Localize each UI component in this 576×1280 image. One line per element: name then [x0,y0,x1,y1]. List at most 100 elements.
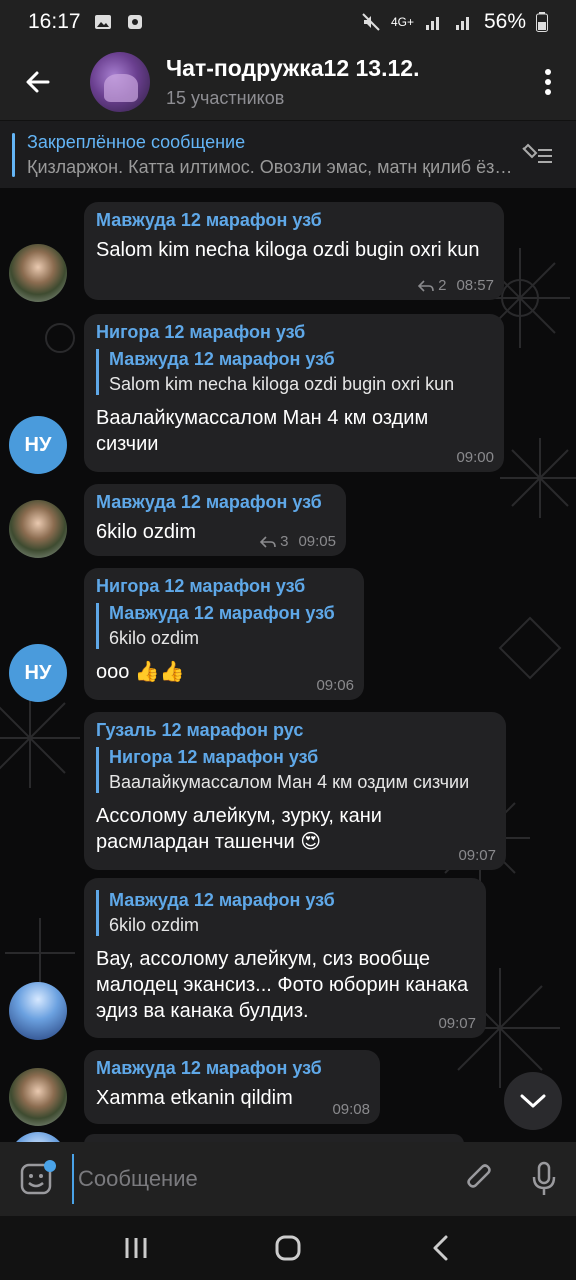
mute-icon [362,13,380,31]
sender-name[interactable]: Мавжуда 12 марафон узб [96,1058,368,1079]
network-type: 4G+ [390,15,414,29]
message-text: Вау, ассолому алейкум, сиз вообще малоде… [96,948,469,1022]
message-text: Ассолому алейкум, зурку, кани расмлардан… [96,805,382,853]
reply-count-icon [260,535,276,548]
message-bubble[interactable]: Мавжуда 12 марафон узб Salom kim necha k… [84,202,504,300]
chat-avatar[interactable] [90,52,150,112]
home-icon [275,1235,301,1261]
sender-name[interactable]: Гузаль 12 марафон рус [96,720,494,741]
chevron-down-icon [520,1094,546,1108]
composer [0,1142,576,1216]
reply-preview[interactable]: Мавжуда 12 марафон узб 6kilo ozdim [96,890,474,936]
message-text: Ваалайкумассалом Ман 4 км оздим сизчии [96,407,429,455]
chat-header: Чат-подружка12 13.12. 15 участников [0,44,576,120]
reply-sender: Мавжуда 12 марафон узб [109,349,335,369]
status-bar: 16:17 4G+ 56% [0,0,576,44]
sender-avatar[interactable] [9,1068,67,1126]
reply-preview[interactable]: Нигора 12 марафон узб Ваалайкумассалом М… [96,747,494,793]
chat-info[interactable]: Чат-подружка12 13.12. 15 участников [166,55,419,109]
signal-icon-2 [455,17,469,30]
reply-count: 2 [438,277,447,294]
unpin-button[interactable] [517,135,557,175]
microphone-icon [532,1161,556,1195]
avatar-initials: НУ [24,433,52,456]
arrow-left-icon [26,71,50,93]
pinned-indicator [12,132,15,177]
attach-button[interactable] [448,1142,512,1216]
pinned-title: Закреплённое сообщение [27,131,246,152]
chat-title: Чат-подружка12 13.12. [166,55,420,81]
reply-text: Salom kim necha kiloga ozdi bugin oxri k… [109,374,455,394]
message-meta: 2 08:57 [418,277,494,294]
message-time: 09:05 [298,533,336,550]
status-time: 16:17 [28,10,81,33]
reply-text: 6kilo ozdim [109,628,200,648]
sender-name[interactable]: Нигора 12 марафон узб [96,322,492,343]
message-bubble[interactable]: Мавжуда 12 марафон узб 6kilo ozdim 3 09:… [84,484,346,556]
system-navigation-bar [0,1216,576,1280]
emoji-button[interactable] [0,1142,72,1216]
message-time: 09:07 [438,1015,476,1032]
app-notification-icon [127,15,142,29]
pin-list-icon [522,143,552,163]
message-bubble[interactable]: Гузаль 12 марафон рус Нигора 12 марафон … [84,712,506,870]
home-button[interactable] [258,1223,318,1273]
message-time: 09:08 [332,1101,370,1118]
message-input[interactable] [72,1154,448,1204]
message-bubble[interactable] [84,1134,464,1142]
reply-text: Ваалайкумассалом Ман 4 км оздим сизчии [109,772,470,792]
reply-sender: Мавжуда 12 марафон узб [109,603,335,623]
message-time: 09:06 [316,677,354,694]
battery-percent: 56% [483,10,526,33]
reply-preview[interactable]: Мавжуда 12 марафон узб 6kilo ozdim [96,603,352,649]
recents-icon [125,1238,147,1258]
pinned-text: Қизларжон. Катта илтимос. Овозли эмас, м… [27,156,517,177]
new-stickers-indicator [44,1160,56,1172]
reply-sender: Нигора 12 марафон узб [109,747,319,767]
sender-avatar[interactable]: НУ [9,644,67,702]
message-time: 08:57 [456,277,494,294]
message-text: Salom kim necha kiloga ozdi bugin oxri k… [96,239,480,261]
sender-name[interactable]: Нигора 12 марафон узб [96,576,352,597]
battery-icon [536,12,548,32]
paperclip-icon [467,1164,491,1188]
reply-preview[interactable]: Мавжуда 12 марафон узб Salom kim necha k… [96,349,492,395]
sender-avatar[interactable] [9,500,67,558]
message-meta: 09:07 [438,1015,476,1032]
sender-avatar[interactable] [9,244,67,302]
message-meta: 09:00 [456,449,494,466]
sender-name[interactable]: Мавжуда 12 марафон узб [96,492,334,513]
reply-text: 6kilo ozdim [109,915,200,935]
message-time: 09:00 [456,449,494,466]
sender-avatar[interactable]: НУ [9,416,67,474]
reply-count: 3 [280,533,289,550]
message-meta: 09:07 [458,847,496,864]
message-bubble[interactable]: Нигора 12 марафон узб Мавжуда 12 марафон… [84,314,504,472]
message-meta: 09:08 [332,1101,370,1118]
message-list[interactable]: Мавжуда 12 марафон узб Salom kim necha k… [0,188,576,1142]
message-text: Xamma etkanin qildim [96,1087,293,1109]
recents-button[interactable] [106,1223,166,1273]
sender-name[interactable]: Мавжуда 12 марафон узб [96,210,492,231]
voice-record-button[interactable] [512,1142,576,1216]
message-bubble[interactable]: Мавжуда 12 марафон узб 6kilo ozdim Вау, … [84,878,486,1038]
back-button[interactable] [0,44,76,120]
reply-count-icon [418,279,434,292]
message-bubble[interactable]: Нигора 12 марафон узб Мавжуда 12 марафон… [84,568,364,700]
scroll-down-button[interactable] [504,1072,562,1130]
sender-avatar[interactable] [9,982,67,1040]
chevron-left-icon [433,1235,448,1261]
more-options-button[interactable] [520,44,576,120]
avatar-initials: НУ [24,661,52,684]
reply-sender: Мавжуда 12 марафон узб [109,890,335,910]
pinned-message-bar[interactable]: Закреплённое сообщение Қизларжон. Катта … [0,120,576,188]
message-text: ооо 👍👍 [96,661,185,683]
message-bubble[interactable]: Мавжуда 12 марафон узб Xamma etkanin qil… [84,1050,380,1124]
message-meta: 09:06 [316,677,354,694]
message-meta: 3 09:05 [260,533,336,550]
chat-member-count: 15 участников [166,88,285,108]
message-time: 09:07 [458,847,496,864]
back-nav-button[interactable] [410,1223,470,1273]
more-vertical-icon [545,69,551,95]
gallery-icon [94,15,111,29]
